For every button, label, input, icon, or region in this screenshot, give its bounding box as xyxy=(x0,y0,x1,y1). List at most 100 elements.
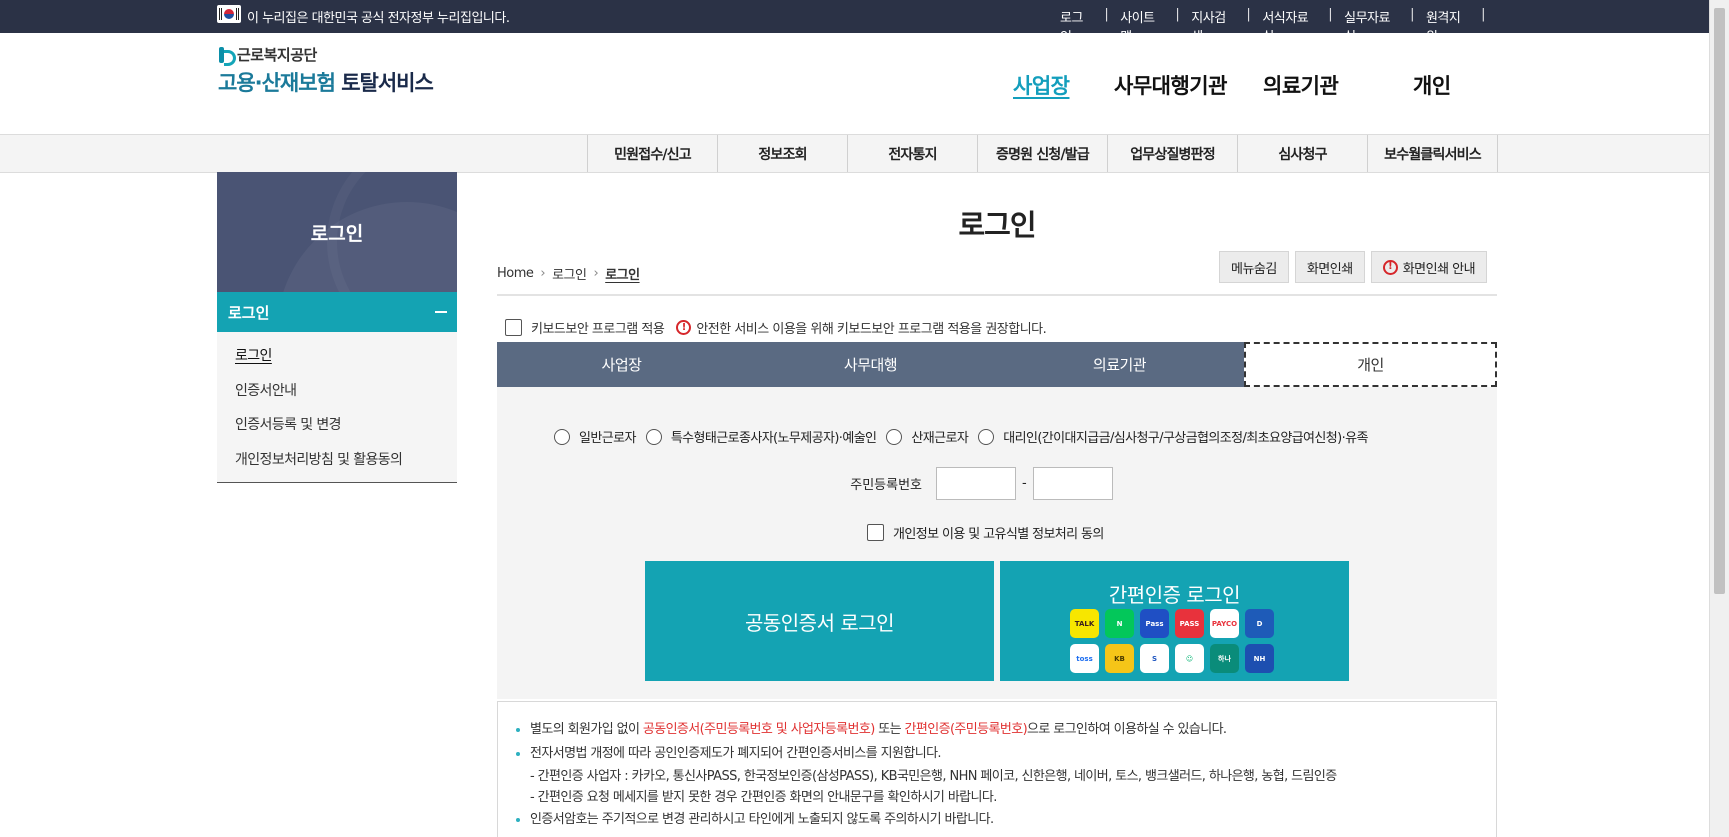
shinhan-icon: S xyxy=(1140,644,1169,673)
consent-label: 개인정보 이용 및 고유식별 정보처리 동의 xyxy=(893,527,1104,542)
chevron-right-icon: › xyxy=(593,266,599,281)
alert-icon: ! xyxy=(676,320,692,335)
keyboard-security-label: 키보드보안 프로그램 적용 xyxy=(531,322,665,337)
login-type-tabs: 사업장 사무대행 의료기관 개인 xyxy=(497,342,1497,387)
breadcrumb: Home › 로그인 › 로그인 xyxy=(497,264,640,283)
kakao-talk-icon: TALK xyxy=(1070,609,1099,638)
sidebar-header: 로그인 xyxy=(217,172,457,292)
radio-injured-worker[interactable]: 산재근로자 xyxy=(886,427,969,446)
breadcrumb-home[interactable]: Home xyxy=(497,266,534,281)
sub-nav: 민원접수/신고 정보조회 전자통지 증명원 신청/발급 업무상질병판정 심사청구… xyxy=(0,134,1709,173)
gov-notice: 이 누리집은 대한민국 공식 전자정부 누리집입니다. xyxy=(247,11,510,26)
print-button[interactable]: 화면인쇄 xyxy=(1294,251,1365,283)
main-nav-personal[interactable]: 개인 xyxy=(1413,70,1451,100)
main-nav-medical[interactable]: 의료기관 xyxy=(1263,70,1339,100)
link-login[interactable]: 로그인 xyxy=(1060,7,1092,45)
samsung-pass-icon: Pass xyxy=(1140,609,1169,638)
login-panel: 일반근로자 특수형태근로종사자(노무제공자)·예술인 산재근로자 대리인(간이대… xyxy=(497,387,1497,699)
easy-auth-login-button[interactable]: 간편인증 로그인 TALK N Pass PASS PAYCO Dtoss KB S ☺ 하나 NH xyxy=(1000,561,1349,681)
link-practice-docs[interactable]: 실무자료실 xyxy=(1344,7,1398,45)
easy-auth-label: 간편인증 로그인 xyxy=(1108,583,1241,607)
banksalad-icon: ☺ xyxy=(1175,644,1204,673)
sub-nav-appeal[interactable]: 심사청구 xyxy=(1238,135,1368,172)
radio-special-worker[interactable]: 특수형태근로종사자(노무제공자)·예술인 xyxy=(645,427,877,446)
sidebar: 로그인 로그인 로그인 인증서안내 인증서등록 및 변경 개인정보처리방침 및 … xyxy=(217,172,457,483)
print-guide-button[interactable]: ! 화면인쇄 안내 xyxy=(1370,251,1488,283)
easy-auth-provider-icons: TALK N Pass PASS PAYCO Dtoss KB S ☺ 하나 NH xyxy=(1070,609,1280,673)
tab-agency[interactable]: 사무대행 xyxy=(746,342,995,387)
sidebar-group-login[interactable]: 로그인 xyxy=(217,292,457,332)
info-no-message: - 간편인증 요청 메세지를 받지 못한 경우 간편인증 화면의 안내문구를 확… xyxy=(530,790,997,805)
divider xyxy=(497,294,1497,296)
page-title: 로그인 xyxy=(958,208,1036,242)
rrn-separator: - xyxy=(1022,476,1027,491)
keyboard-security-row: 키보드보안 프로그램 적용 ! 안전한 서비스 이용을 위해 키보드보안 프로그램… xyxy=(505,318,1047,337)
rrn-first-input[interactable] xyxy=(936,467,1016,500)
sub-nav-info[interactable]: 정보조회 xyxy=(718,135,848,172)
vertical-scrollbar[interactable] xyxy=(1709,0,1729,837)
link-remote-support[interactable]: 원격지원 xyxy=(1426,7,1469,45)
dream-auth-icon: D xyxy=(1245,609,1274,638)
tab-workplace[interactable]: 사업장 xyxy=(497,342,746,387)
info-providers: - 간편인증 사업자 : 카카오, 통신사PASS, 한국정보인증(삼성PASS… xyxy=(530,769,1337,784)
kb-icon: KB xyxy=(1105,644,1134,673)
utility-links: 로그인 | 사이트맵 | 지사검색 | 서식자료실 | 실무자료실 | 원격지원 | xyxy=(1060,7,1485,45)
user-type-radios: 일반근로자 특수형태근로종사자(노무제공자)·예술인 산재근로자 대리인(간이대… xyxy=(554,427,1378,446)
sub-nav-disease[interactable]: 업무상질병판정 xyxy=(1108,135,1238,172)
link-branch-search[interactable]: 지사검색 xyxy=(1191,7,1234,45)
breadcrumb-current[interactable]: 로그인 xyxy=(605,264,640,283)
chevron-right-icon: › xyxy=(540,266,546,281)
hana-bank-icon: 하나 xyxy=(1210,644,1239,673)
radio-button[interactable] xyxy=(554,428,570,445)
gov-banner: 이 누리집은 대한민국 공식 전자정부 누리집입니다. 로그인 | 사이트맵 | 지… xyxy=(0,0,1709,45)
tab-medical[interactable]: 의료기관 xyxy=(995,342,1244,387)
page-utility-buttons: 메뉴숨김 화면인쇄 ! 화면인쇄 안내 xyxy=(1219,251,1488,283)
radio-general-worker[interactable]: 일반근로자 xyxy=(554,427,636,446)
main-nav-workplace[interactable]: 사업장 xyxy=(1013,70,1070,100)
link-forms[interactable]: 서식자료실 xyxy=(1262,7,1316,45)
sub-nav-notice[interactable]: 전자통지 xyxy=(848,135,978,172)
tab-personal[interactable]: 개인 xyxy=(1244,342,1497,387)
payco-icon: PAYCO xyxy=(1210,609,1239,638)
pass-icon: PASS xyxy=(1175,609,1204,638)
radio-button[interactable] xyxy=(886,428,903,445)
radio-button[interactable] xyxy=(978,428,995,445)
info-line-password: 인증서암호는 주기적으로 변경 관리하시고 타인에게 노출되지 않도록 주의하시… xyxy=(530,812,994,827)
comwel-logo-icon xyxy=(218,46,236,66)
radio-proxy[interactable]: 대리인(간이대지급금/심사청구/구상금협의조정/최초요양급여신청)·유족 xyxy=(978,427,1368,446)
sidebar-item-privacy[interactable]: 개인정보처리방침 및 활용동의 xyxy=(217,442,457,477)
sidebar-group-label: 로그인 xyxy=(228,303,270,322)
rrn-label: 주민등록번호 xyxy=(850,478,922,493)
info-highlight-easy: 간편인증(주민등록번호) xyxy=(904,722,1028,737)
radio-button[interactable] xyxy=(645,428,662,445)
link-sitemap[interactable]: 사이트맵 xyxy=(1120,7,1163,45)
breadcrumb-level1[interactable]: 로그인 xyxy=(552,264,587,283)
sub-nav-wage-click[interactable]: 보수월클릭서비스 xyxy=(1368,135,1498,172)
keyboard-security-checkbox[interactable] xyxy=(505,319,522,336)
keyboard-security-notice: 안전한 서비스 이용을 위해 키보드보안 프로그램 적용을 권장합니다. xyxy=(696,322,1047,337)
consent-checkbox[interactable] xyxy=(867,524,884,541)
alert-icon: ! xyxy=(1382,259,1398,275)
naver-icon: N xyxy=(1105,609,1134,638)
info-line-law: 전자서명법 개정에 따라 공인인증제도가 폐지되어 간편인증서비스를 지원합니다… xyxy=(530,746,942,761)
info-highlight-cert: 공동인증서(주민등록번호 및 사업자등록번호) xyxy=(642,722,875,737)
rrn-row: 주민등록번호 - xyxy=(822,467,1113,500)
sidebar-item-cert-register[interactable]: 인증서등록 및 변경 xyxy=(217,407,457,442)
consent-row: 개인정보 이용 및 고유식별 정보처리 동의 xyxy=(867,523,1104,542)
certificate-login-button[interactable]: 공동인증서 로그인 xyxy=(645,561,994,681)
collapse-icon[interactable] xyxy=(435,311,447,313)
sidebar-item-cert-guide[interactable]: 인증서안내 xyxy=(217,373,457,408)
sub-nav-civil[interactable]: 민원접수/신고 xyxy=(588,135,718,172)
hide-menu-button[interactable]: 메뉴숨김 xyxy=(1219,251,1289,283)
sub-nav-certificate[interactable]: 증명원 신청/발급 xyxy=(978,135,1108,172)
sidebar-list: 로그인 인증서안내 인증서등록 및 변경 개인정보처리방침 및 활용동의 xyxy=(217,332,457,483)
scrollbar-thumb[interactable] xyxy=(1714,8,1725,594)
main-nav: 사업장 사무대행기관 의료기관 개인 xyxy=(0,70,1709,100)
toss-icon: toss xyxy=(1070,644,1099,673)
login-info-box: 별도의 회원가입 없이 공동인증서(주민등록번호 및 사업자등록번호) 또는 간… xyxy=(497,701,1497,837)
rrn-second-input[interactable] xyxy=(1032,467,1113,500)
sidebar-title: 로그인 xyxy=(310,222,364,245)
sidebar-item-login[interactable]: 로그인 xyxy=(217,338,457,373)
main-nav-agency[interactable]: 사무대행기관 xyxy=(1114,70,1227,100)
korea-flag-icon xyxy=(217,5,241,23)
